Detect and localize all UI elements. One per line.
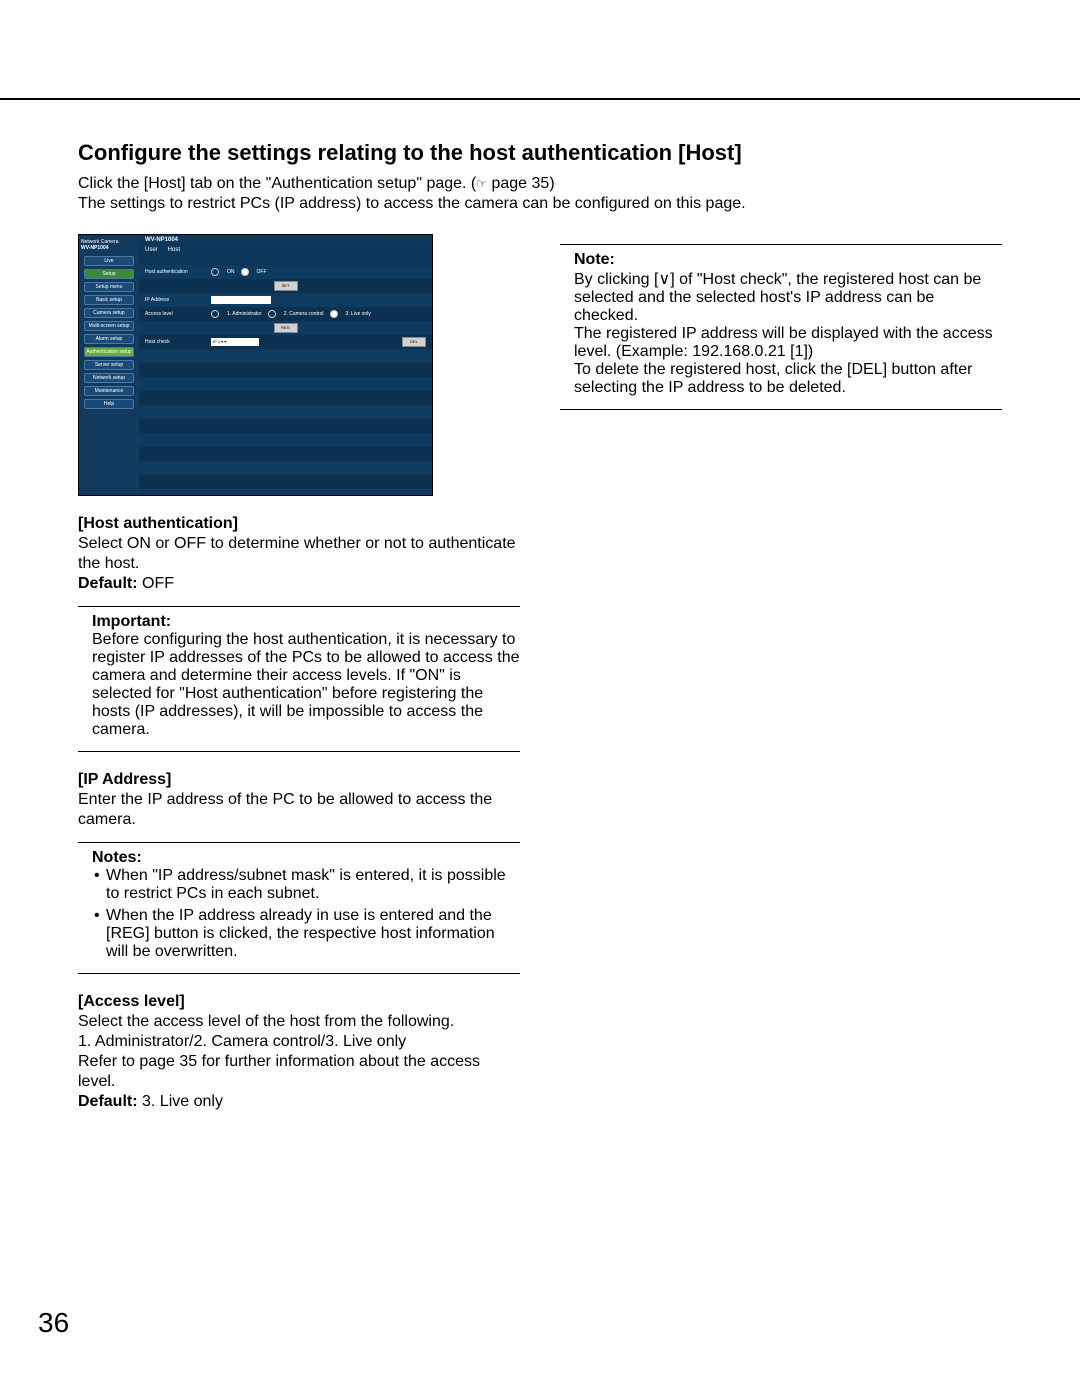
text-ip: Enter the IP address of the PC to be all… [78,790,520,830]
text-note-right-1: By clicking [∨] of "Host check", the reg… [574,269,1002,325]
chevron-down-icon: ∨ [658,269,670,289]
page-title: Configure the settings relating to the h… [78,140,1002,166]
ss-radio-liveonly[interactable] [330,310,338,318]
ss-nav-alarm[interactable]: Alarm setup [84,334,134,344]
embedded-ui-screenshot: Network CameraWV-NP1004 Live Setup Setup… [78,234,433,496]
heading-note-right: Note: [574,251,1002,269]
text-host-auth: Select ON or OFF to determine whether or… [78,534,520,574]
ss-radio-off[interactable] [241,268,249,276]
page-top-rule [0,98,1080,100]
text-access-default: Default: 3. Live only [78,1092,520,1112]
ss-tab-host[interactable]: Host [168,247,180,253]
divider [78,606,520,607]
ss-nav-maintenance[interactable]: Maintenance [84,386,134,396]
ss-reg-button[interactable]: REG [274,323,298,333]
ss-nav-auth[interactable]: Authentication setup [84,347,134,357]
divider [560,409,1002,410]
text-note-right-2: The registered IP address will be displa… [574,325,1002,361]
ss-radio-camctrl[interactable] [268,310,276,318]
ss-row-hostcheck-label: Host check [145,339,205,345]
ss-nav-camera[interactable]: Camera setup [84,308,134,318]
ss-nav-setup-menu[interactable]: Setup menu [84,282,134,292]
divider [560,244,1002,245]
heading-important: Important: [92,613,520,631]
ss-set-button-1[interactable]: SET [274,281,298,291]
heading-host-auth: [Host authentication] [78,514,520,534]
ss-tab-user[interactable]: User [145,247,158,253]
intro-paragraph: Click the [Host] tab on the "Authenticat… [78,174,1002,214]
heading-ip: [IP Address] [78,770,520,790]
text-access-1: Select the access level of the host from… [78,1012,520,1032]
ss-del-button[interactable]: DEL [402,337,426,347]
divider [78,842,520,843]
ss-brand: Network CameraWV-NP1004 [79,237,139,253]
page-number: 36 [38,1307,69,1339]
text-host-auth-default: Default: OFF [78,574,520,594]
ss-nav-server[interactable]: Server setup [84,360,134,370]
text-access-2: 1. Administrator/2. Camera control/3. Li… [78,1032,520,1052]
ss-row-ip-label: IP Address [145,297,205,303]
ss-nav-help[interactable]: Help [84,399,134,409]
note-item-2: When the IP address already in use is en… [94,907,520,961]
ss-row-access-label: Access level [145,311,205,317]
ss-radio-on[interactable] [211,268,219,276]
divider [78,751,520,752]
ss-radio-admin[interactable] [211,310,219,318]
page-ref-icon: ☞ [476,176,487,190]
ss-nav-setup[interactable]: Setup [84,269,134,279]
divider [78,973,520,974]
ss-nav-multiscreen[interactable]: Multi-screen setup [84,321,134,331]
ss-nav-basic[interactable]: Basic setup [84,295,134,305]
text-note-right-3: To delete the registered host, click the… [574,361,1002,397]
text-important: Before configuring the host authenticati… [92,631,520,739]
ss-nav-live[interactable]: Live [84,256,134,266]
note-item-1: When "IP address/subnet mask" is entered… [94,867,520,903]
text-access-3: Refer to page 35 for further information… [78,1052,520,1092]
ss-hostcheck-select[interactable]: IP 1 ▾ ▾ [211,338,259,346]
ss-ip-input[interactable] [211,296,271,304]
ss-row-hostauth-label: Host authentication [145,269,205,275]
ss-nav-network[interactable]: Network setup [84,373,134,383]
ss-title: WV-NP1004 [139,235,432,245]
heading-notes: Notes: [92,849,520,867]
heading-access: [Access level] [78,992,520,1012]
